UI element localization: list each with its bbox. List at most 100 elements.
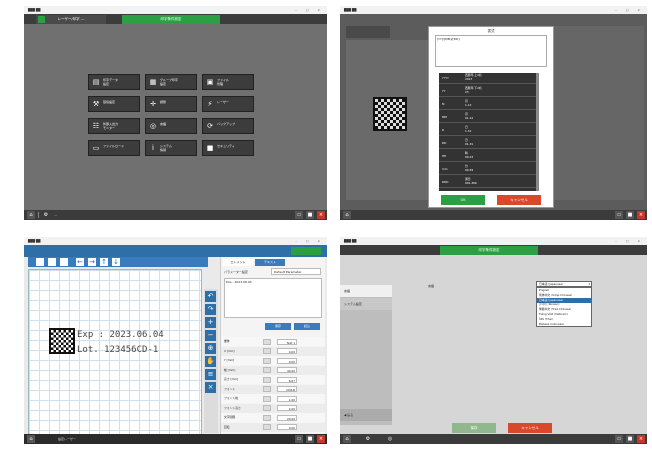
menu-button-10[interactable]: ▭ ファイルロード	[88, 140, 140, 156]
menu-button-9[interactable]: ⟳ バックアップ	[202, 118, 254, 134]
stepper-button[interactable]	[263, 424, 271, 430]
list-item[interactable]: M 月 1-12	[439, 99, 536, 110]
back-button[interactable]: ◀ 戻る	[340, 409, 392, 421]
list-item[interactable]: YY 西暦年·下2桁 23	[439, 86, 536, 97]
param-select[interactable]: Default Parameter	[271, 268, 321, 275]
window-controls[interactable]: – □ ×	[295, 6, 324, 14]
stepper-button[interactable]	[263, 357, 271, 364]
globe-icon[interactable]: ◎	[386, 435, 394, 443]
arrow-right-icon[interactable]: →	[88, 258, 96, 266]
lock-icon[interactable]: ■	[306, 435, 314, 443]
stepper-button[interactable]	[263, 367, 271, 373]
lock-icon[interactable]: ■	[626, 211, 634, 219]
list-item[interactable]: MM 月 01-12	[439, 112, 536, 123]
save-button[interactable]: 保存	[265, 323, 291, 330]
cancel-button[interactable]: キャンセル	[508, 423, 552, 433]
list-item[interactable]: D 日 1-31	[439, 125, 536, 136]
canvas-text-exp[interactable]: Exp : 2023.06.04	[77, 330, 164, 340]
menu-button-12[interactable]: ■ セキュリティ	[202, 140, 254, 156]
delete-icon[interactable]: ×	[205, 382, 216, 393]
list-item[interactable]: YYYY 西暦年·上4桁 2023	[439, 73, 536, 84]
home-icon[interactable]: ⌂	[343, 435, 351, 443]
keyboard-icon[interactable]: ▭	[615, 211, 623, 219]
stepper-button[interactable]	[263, 338, 271, 345]
stepper-button[interactable]	[263, 405, 271, 411]
home-icon[interactable]: ⌂	[27, 211, 35, 219]
align-left-icon[interactable]	[36, 258, 44, 266]
align-center-icon[interactable]	[48, 258, 56, 266]
close-icon[interactable]: ×	[637, 435, 645, 443]
arrow-up-icon[interactable]: ↑	[100, 258, 108, 266]
list-item[interactable]: HH 時 00-23	[439, 151, 536, 162]
home-icon[interactable]: ⌂	[343, 211, 351, 219]
menu-button-5[interactable]: ✛ 調整	[145, 96, 197, 112]
zoom-in-icon[interactable]: +	[205, 317, 216, 328]
keyboard-icon[interactable]: ▭	[295, 211, 303, 219]
qr-code[interactable]	[49, 328, 75, 354]
format-input[interactable]: [YY]/[MM]/[DD]	[435, 35, 547, 67]
keyboard-icon[interactable]: ▭	[615, 435, 623, 443]
save-button[interactable]: 保存	[452, 423, 496, 433]
layout-canvas[interactable]: Exp : 2023.06.04 Lot. 123456CD-1	[28, 269, 202, 435]
window-controls[interactable]: – □ ×	[615, 6, 644, 14]
list-scrollbar[interactable]	[536, 73, 539, 191]
property-value[interactable]: 40.00	[277, 367, 297, 373]
property-value[interactable]: 0.00	[277, 357, 297, 364]
menu-button-6[interactable]: ⚡ レーザー	[202, 96, 254, 112]
language-option[interactable]: Bahasa Indonesia	[537, 322, 591, 327]
stepper-button[interactable]	[263, 348, 271, 354]
menu-button-3[interactable]: ▣ ファイル 管理	[202, 74, 254, 90]
lock-icon[interactable]: ■	[306, 211, 314, 219]
list-item[interactable]: mm 分 00-59	[439, 164, 536, 175]
list-item[interactable]: DD 日 01-31	[439, 138, 536, 149]
menu-button-8[interactable]: ◎ 言語	[145, 118, 197, 134]
property-value[interactable]: 2.00	[277, 405, 297, 411]
canvas-text-lot[interactable]: Lot. 123456CD-1	[77, 345, 158, 355]
property-value[interactable]: 0.00	[277, 424, 297, 430]
list-item[interactable]: DDD 通日 001-366	[439, 177, 536, 188]
text-content-field[interactable]: Exp : 2023.06.04	[224, 278, 322, 318]
layers-icon[interactable]: ≡	[205, 369, 216, 380]
stepper-button[interactable]	[263, 376, 271, 383]
cancel-button[interactable]: キャンセル	[497, 195, 541, 205]
undo-icon[interactable]: ↶	[205, 291, 216, 302]
property-value[interactable]: 6.67	[277, 376, 297, 383]
menu-button-1[interactable]: ▤ 印字データ 設定	[88, 74, 140, 90]
gear-icon[interactable]: ⚙	[364, 435, 372, 443]
property-value[interactable]: OCR-B	[277, 386, 297, 392]
gear-icon[interactable]: ⚙	[42, 211, 50, 219]
tab-print-conditions[interactable]: 印字条件設定	[122, 15, 220, 24]
lock-icon[interactable]: ■	[626, 435, 634, 443]
close-icon[interactable]: ×	[637, 211, 645, 219]
zoom-out-icon[interactable]: −	[205, 330, 216, 341]
align-right-icon[interactable]	[60, 258, 68, 266]
close-icon[interactable]: ×	[317, 435, 325, 443]
property-value[interactable]: 20.00	[277, 414, 297, 421]
property-value[interactable]: Text 1	[277, 338, 297, 345]
stepper-button[interactable]	[263, 386, 271, 392]
close-icon[interactable]: ×	[317, 211, 325, 219]
sidebar-item-system[interactable]: システム設定	[340, 298, 392, 310]
menu-button-2[interactable]: ▦ グループ印字 設定	[145, 74, 197, 90]
arrow-down-icon[interactable]: ↓	[112, 258, 120, 266]
tab-text[interactable]: テキスト	[255, 259, 285, 266]
zoom-fit-icon[interactable]: ⊕	[205, 343, 216, 354]
tab-laser-marking[interactable]: レーザー/印字 ---	[36, 15, 106, 24]
ok-button[interactable]: OK	[441, 195, 485, 205]
hand-icon[interactable]: ✋	[205, 356, 216, 367]
tab-element[interactable]: エレメント	[223, 259, 253, 266]
window-controls[interactable]: – □ ×	[615, 237, 644, 245]
home-icon[interactable]: ⌂	[27, 435, 35, 443]
window-controls[interactable]: – □ ×	[295, 237, 324, 245]
keyboard-icon[interactable]: ▭	[295, 435, 303, 443]
menu-button-7[interactable]: ☷ 外部入出力 モニター	[88, 118, 140, 134]
sidebar-item-language[interactable]: 言語	[340, 285, 392, 297]
redo-icon[interactable]: ↷	[205, 304, 216, 315]
menu-button-4[interactable]: ⚒ 環境設定	[88, 96, 140, 112]
property-value[interactable]: 1.00	[277, 395, 297, 402]
load-button[interactable]: 読込	[294, 323, 320, 330]
arrow-left-icon[interactable]: ←	[76, 258, 84, 266]
stepper-button[interactable]	[263, 414, 271, 421]
property-value[interactable]: 0.00	[277, 348, 297, 354]
menu-button-11[interactable]: i システム 情報	[145, 140, 197, 156]
